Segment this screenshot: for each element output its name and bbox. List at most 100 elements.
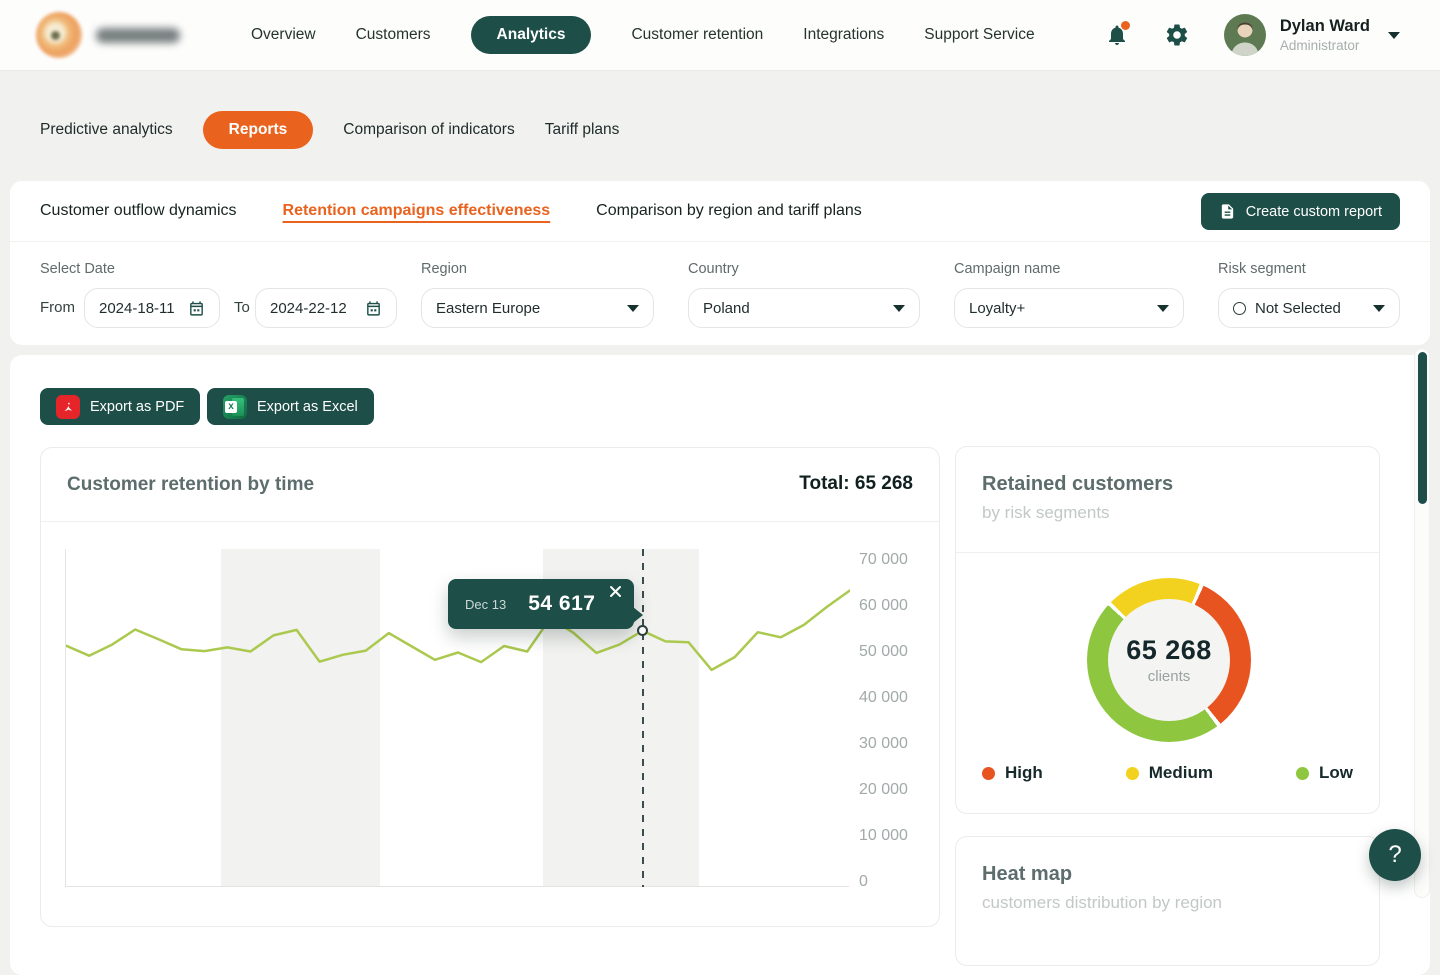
chart-tooltip: Dec 13 54 617 xyxy=(448,579,634,629)
date-from-input[interactable]: 2024-18-11 xyxy=(84,288,220,328)
region-label: Region xyxy=(421,261,467,277)
to-label: To xyxy=(234,299,250,316)
bell-icon[interactable] xyxy=(1102,20,1132,50)
export-pdf-button[interactable]: Export as PDF xyxy=(40,388,200,425)
main-nav: Overview Customers Analytics Customer re… xyxy=(251,16,1035,54)
nav-item-overview[interactable]: Overview xyxy=(251,26,316,44)
help-button[interactable]: ? xyxy=(1369,829,1421,881)
export-excel-label: Export as Excel xyxy=(257,399,358,415)
report-link-comparison-region[interactable]: Comparison by region and tariff plans xyxy=(596,202,862,220)
country-select[interactable]: Poland xyxy=(688,288,920,328)
create-custom-report-label: Create custom report xyxy=(1246,204,1382,220)
chart-title: Customer retention by time xyxy=(67,474,314,496)
divider xyxy=(956,552,1379,553)
heat-map-subtitle: customers distribution by region xyxy=(982,893,1222,913)
region-select[interactable]: Eastern Europe xyxy=(421,288,654,328)
donut-center-value: 65 268 xyxy=(1126,635,1212,666)
retained-title: Retained customers xyxy=(982,473,1173,496)
analytics-tabs: Predictive analytics Reports Comparison … xyxy=(40,111,619,149)
tab-comparison-of-indicators[interactable]: Comparison of indicators xyxy=(343,121,514,139)
risk-legend: High Medium Low xyxy=(956,763,1379,783)
nav-item-integrations[interactable]: Integrations xyxy=(803,26,884,44)
report-link-retention-campaigns[interactable]: Retention campaigns effectiveness xyxy=(283,202,551,220)
retention-by-time-card: Customer retention by time Total: 65 268… xyxy=(40,447,940,927)
excel-icon: x xyxy=(223,395,247,419)
nav-item-customer-retention[interactable]: Customer retention xyxy=(631,26,763,44)
risk-donut-chart: 65 268 clients xyxy=(1087,578,1251,742)
y-axis-tick: 0 xyxy=(859,873,868,891)
pdf-icon xyxy=(56,395,80,419)
report-content-card: Export as PDF x Export as Excel Customer… xyxy=(10,355,1430,975)
from-label: From xyxy=(40,299,75,316)
line-chart-plot: Dec 13 54 617 xyxy=(65,549,849,887)
y-axis-tick: 70 000 xyxy=(859,551,908,569)
y-axis-tick: 40 000 xyxy=(859,689,908,707)
campaign-select[interactable]: Loyalty+ xyxy=(954,288,1184,328)
donut-center-unit: clients xyxy=(1148,668,1191,685)
divider xyxy=(10,241,1430,242)
navbar-right: Dylan Ward Administrator xyxy=(1102,14,1400,56)
retained-customers-card: Retained customers by risk segments 65 2… xyxy=(955,446,1380,814)
report-selector-card: Customer outflow dynamics Retention camp… xyxy=(10,181,1430,345)
y-axis-tick: 10 000 xyxy=(859,827,908,845)
logo-text-redacted xyxy=(96,28,180,43)
date-to-input[interactable]: 2024-22-12 xyxy=(255,288,397,328)
nav-item-analytics[interactable]: Analytics xyxy=(471,16,592,54)
divider xyxy=(41,521,939,522)
legend-label-low: Low xyxy=(1319,763,1353,783)
calendar-icon xyxy=(365,300,382,317)
tab-reports[interactable]: Reports xyxy=(203,111,314,149)
heat-map-title: Heat map xyxy=(982,863,1072,886)
retained-subtitle: by risk segments xyxy=(982,503,1110,523)
gear-icon[interactable] xyxy=(1162,20,1192,50)
highlight-dashed-line xyxy=(642,549,644,887)
brand-logo[interactable] xyxy=(36,12,251,58)
chevron-down-icon[interactable] xyxy=(1388,32,1400,39)
donut-center: 65 268 clients xyxy=(1108,599,1230,721)
region-value: Eastern Europe xyxy=(436,300,617,317)
notification-dot xyxy=(1121,21,1130,30)
select-date-label: Select Date xyxy=(40,261,115,277)
create-custom-report-button[interactable]: Create custom report xyxy=(1201,193,1400,230)
nav-item-customers[interactable]: Customers xyxy=(356,26,431,44)
y-axis-tick: 50 000 xyxy=(859,643,908,661)
legend-label-high: High xyxy=(1005,763,1043,783)
tooltip-value: 54 617 xyxy=(528,592,595,616)
legend-item-medium: Medium xyxy=(1126,763,1213,783)
avatar[interactable] xyxy=(1224,14,1266,56)
user-name: Dylan Ward xyxy=(1280,17,1370,36)
logo-mark xyxy=(36,12,82,58)
scrollbar-thumb[interactable] xyxy=(1418,352,1427,504)
top-navbar: Overview Customers Analytics Customer re… xyxy=(0,0,1440,71)
y-axis-tick: 20 000 xyxy=(859,781,908,799)
legend-item-low: Low xyxy=(1296,763,1353,783)
chevron-down-icon xyxy=(893,305,905,312)
nav-item-support-service[interactable]: Support Service xyxy=(924,26,1034,44)
user-menu[interactable]: Dylan Ward Administrator xyxy=(1280,17,1370,53)
y-axis-labels: 70 000 60 000 50 000 40 000 30 000 20 00… xyxy=(859,448,939,928)
chevron-down-icon xyxy=(627,305,639,312)
country-label: Country xyxy=(688,261,739,277)
close-icon[interactable] xyxy=(609,585,625,601)
country-value: Poland xyxy=(703,300,883,317)
legend-label-medium: Medium xyxy=(1149,763,1213,783)
chevron-down-icon xyxy=(1373,305,1385,312)
date-to-value: 2024-22-12 xyxy=(270,300,365,317)
campaign-label: Campaign name xyxy=(954,261,1060,277)
file-icon xyxy=(1219,203,1236,220)
legend-dot-high xyxy=(982,767,995,780)
risk-segment-value: Not Selected xyxy=(1255,300,1363,317)
tab-predictive-analytics[interactable]: Predictive analytics xyxy=(40,121,173,139)
report-link-customer-outflow[interactable]: Customer outflow dynamics xyxy=(40,202,237,220)
y-axis-tick: 60 000 xyxy=(859,597,908,615)
chevron-down-icon xyxy=(1157,305,1169,312)
tab-tariff-plans[interactable]: Tariff plans xyxy=(545,121,620,139)
tooltip-pointer xyxy=(633,607,643,623)
risk-segment-label: Risk segment xyxy=(1218,261,1306,277)
y-axis-tick: 30 000 xyxy=(859,735,908,753)
export-excel-button[interactable]: x Export as Excel xyxy=(207,388,374,425)
heat-map-card: Heat map customers distribution by regio… xyxy=(955,836,1380,966)
user-role: Administrator xyxy=(1280,38,1370,53)
risk-segment-select[interactable]: Not Selected xyxy=(1218,288,1400,328)
report-links: Customer outflow dynamics Retention camp… xyxy=(40,181,862,241)
